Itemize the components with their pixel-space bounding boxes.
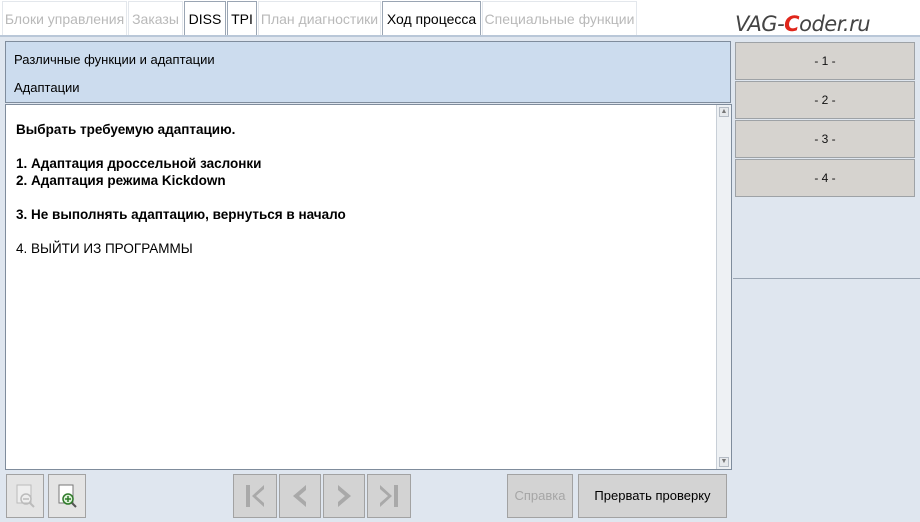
tab-diagnostic-plan[interactable]: План диагностики: [258, 1, 381, 35]
tab-control-units[interactable]: Блоки управления: [2, 1, 127, 35]
skip-last-icon: [380, 485, 398, 507]
tab-special-functions[interactable]: Специальные функции: [482, 1, 637, 35]
last-page-button[interactable]: [367, 474, 411, 518]
instruction-line: Выбрать требуемую адаптацию.: [16, 122, 236, 137]
instruction-blank-line: [16, 138, 346, 155]
zoom-in-icon: [58, 484, 77, 508]
tab-divider: [0, 35, 920, 37]
tab-diss[interactable]: DISS: [184, 1, 226, 35]
instruction-line: 3. Не выполнять адаптацию, вернуться в н…: [16, 207, 346, 222]
tab-orders[interactable]: Заказы: [128, 1, 183, 35]
watermark-logo: VAG-Coder.ru: [735, 12, 871, 36]
next-page-button[interactable]: [323, 474, 365, 518]
vertical-scrollbar[interactable]: ▲ ▼: [716, 105, 731, 469]
skip-first-icon: [246, 485, 264, 507]
option-panel-divider: [733, 278, 920, 279]
option-panel: - 1 - - 2 - - 3 - - 4 -: [733, 40, 920, 522]
instruction-text: Выбрать требуемую адаптацию. 1. Адаптаци…: [16, 121, 346, 257]
option-4-button[interactable]: - 4 -: [735, 159, 915, 197]
header-subtitle: Адаптации: [14, 80, 80, 95]
option-1-button[interactable]: - 1 -: [735, 42, 915, 80]
instruction-blank-line: [16, 189, 346, 206]
first-page-button[interactable]: [233, 474, 277, 518]
tab-process[interactable]: Ход процесса: [382, 1, 481, 37]
zoom-out-icon: [16, 484, 35, 508]
chevron-right-icon: [338, 485, 351, 507]
instruction-blank-line: [16, 223, 346, 240]
instruction-panel: Выбрать требуемую адаптацию. 1. Адаптаци…: [5, 104, 732, 470]
header-title: Различные функции и адаптации: [14, 52, 215, 67]
previous-page-button[interactable]: [279, 474, 321, 518]
scroll-down-icon[interactable]: ▼: [719, 457, 729, 467]
zoom-in-button[interactable]: [48, 474, 86, 518]
option-3-button[interactable]: - 3 -: [735, 120, 915, 158]
abort-test-button[interactable]: Прервать проверку: [578, 474, 727, 518]
instruction-line: 1. Адаптация дроссельной заслонки: [16, 156, 262, 171]
bottom-toolbar: Справка Прервать проверку: [0, 470, 733, 522]
instruction-line: 2. Адаптация режима Kickdown: [16, 173, 226, 188]
tab-bar: Блоки управления Заказы DISS TPI План ди…: [0, 0, 920, 37]
chevron-left-icon: [293, 485, 306, 507]
option-2-button[interactable]: - 2 -: [735, 81, 915, 119]
scroll-up-icon[interactable]: ▲: [719, 107, 729, 117]
function-header: Различные функции и адаптации Адаптации: [5, 41, 731, 103]
zoom-out-button[interactable]: [6, 474, 44, 518]
tab-tpi[interactable]: TPI: [227, 1, 257, 35]
instruction-line: 4. ВЫЙТИ ИЗ ПРОГРАММЫ: [16, 241, 193, 256]
help-button[interactable]: Справка: [507, 474, 573, 518]
